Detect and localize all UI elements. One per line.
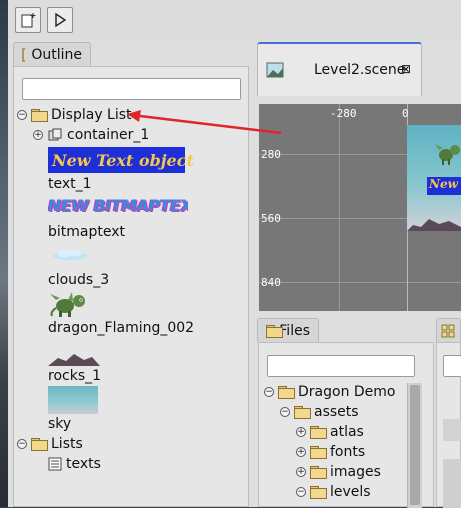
tree-item-label: text_1	[48, 176, 92, 192]
clouds-thumbnail[interactable]	[50, 247, 92, 263]
folder-icon	[310, 466, 326, 478]
scene-preview[interactable]: New	[407, 125, 461, 231]
collapse-icon[interactable]: −	[280, 407, 290, 417]
properties-icon	[441, 324, 455, 338]
tree-item-bitmaptext[interactable]: bitmaptext	[48, 224, 125, 240]
properties-panel	[434, 314, 461, 507]
tab-properties[interactable]	[436, 318, 461, 342]
files-scrollbar[interactable]	[407, 383, 422, 508]
rocks-thumbnail[interactable]	[48, 352, 100, 366]
tree-item-text[interactable]: text_1	[48, 176, 92, 192]
collapse-icon[interactable]: −	[264, 387, 274, 397]
tree-item-label: levels	[330, 484, 371, 500]
tree-item-label: bitmaptext	[48, 224, 125, 240]
tree-item-label: Dragon Demo	[298, 384, 396, 400]
tab-label: Level2.scene	[314, 62, 405, 78]
properties-row	[443, 419, 461, 441]
tree-item-label: Display List	[51, 107, 132, 123]
tab-outline[interactable]: Outline	[13, 42, 91, 66]
tree-item-clouds[interactable]: clouds_3	[48, 272, 109, 288]
file-tree-dragon-demo[interactable]: − Dragon Demo	[264, 384, 396, 400]
folder-icon	[310, 486, 326, 498]
tree-item-label: rocks_1	[48, 368, 101, 384]
main-toolbar	[8, 0, 461, 39]
folder-icon	[31, 109, 47, 121]
rocks-sprite	[407, 213, 461, 231]
new-file-icon	[20, 12, 36, 28]
tree-item-label: images	[330, 464, 381, 480]
collapse-icon[interactable]: −	[17, 439, 27, 449]
text-object-preview[interactable]: New Text object	[48, 147, 185, 173]
tree-item-rocks[interactable]: rocks_1	[48, 368, 101, 384]
tree-item-label: Lists	[51, 436, 83, 452]
files-search-input[interactable]	[267, 355, 415, 377]
text-sprite: New	[427, 177, 461, 195]
dragon-thumbnail[interactable]	[48, 290, 92, 318]
expand-icon[interactable]: +	[296, 467, 306, 477]
tree-item-display-list[interactable]: − Display List	[17, 107, 132, 123]
file-tree-atlas[interactable]: + atlas	[296, 424, 364, 440]
tab-files[interactable]: Files	[257, 318, 319, 342]
tree-item-sky[interactable]: sky	[48, 416, 71, 432]
text-object-preview-text: New Text object	[52, 151, 194, 170]
tree-item-label: assets	[314, 404, 359, 420]
tree-item-lists[interactable]: − Lists	[17, 436, 83, 452]
tree-item-label: clouds_3	[48, 272, 109, 288]
ruler-y-label: 280	[261, 148, 281, 161]
tab-label: Outline	[31, 47, 82, 63]
file-tree-images[interactable]: + images	[296, 464, 381, 480]
properties-body	[436, 342, 461, 507]
tree-item-texts[interactable]: texts	[48, 456, 101, 472]
play-button[interactable]	[47, 7, 73, 33]
ruler-y-label: 560	[261, 212, 281, 225]
file-tree-assets[interactable]: − assets	[280, 404, 359, 420]
text-sprite-label: New	[429, 177, 458, 191]
dragon-sprite	[435, 141, 461, 167]
collapse-icon[interactable]: −	[17, 110, 27, 120]
outline-icon	[22, 48, 25, 62]
expand-icon[interactable]: +	[296, 427, 306, 437]
outline-search-input[interactable]	[22, 78, 241, 100]
list-icon	[48, 457, 62, 471]
scene-editor-panel: Level2.scene ⊠ -280 0 280 560 840 New	[254, 38, 461, 314]
folder-icon	[266, 325, 273, 337]
tree-item-label: sky	[48, 416, 71, 432]
new-scene-button[interactable]	[15, 7, 41, 33]
bitmaptext-preview[interactable]: NEW BITMAPTEXT	[48, 196, 188, 220]
file-tree-levels[interactable]: − levels	[296, 484, 371, 500]
ruler-x-label: 0	[402, 107, 409, 120]
folder-icon	[278, 386, 294, 398]
tree-item-label: container_1	[67, 127, 149, 143]
folder-icon	[31, 438, 47, 450]
ruler-y-label: 840	[261, 276, 281, 289]
tree-item-container[interactable]: + container_1	[33, 127, 149, 143]
expand-icon[interactable]: +	[296, 447, 306, 457]
folder-icon	[310, 446, 326, 458]
scrollbar-thumb[interactable]	[410, 385, 420, 505]
tree-item-label: fonts	[330, 444, 365, 460]
file-tree-fonts[interactable]: + fonts	[296, 444, 365, 460]
folder-icon	[294, 406, 310, 418]
play-icon	[52, 12, 68, 28]
sky-thumbnail[interactable]	[48, 386, 98, 414]
properties-search-input[interactable]	[443, 355, 461, 377]
scene-icon	[266, 62, 284, 78]
folder-icon	[310, 426, 326, 438]
close-tab-icon[interactable]: ⊠	[401, 62, 411, 76]
tab-level2-scene[interactable]: Level2.scene ⊠	[257, 42, 422, 96]
tree-item-label: atlas	[330, 424, 364, 440]
tree-item-label: texts	[66, 456, 101, 472]
tree-item-label: dragon_Flaming_002	[48, 320, 194, 336]
tree-item-dragon[interactable]: dragon_Flaming_002	[48, 320, 194, 336]
properties-row	[443, 459, 461, 508]
scene-canvas[interactable]: -280 0 280 560 840 New	[259, 104, 461, 311]
bitmaptext-preview-art: NEW BITMAPTEXT	[48, 196, 188, 215]
container-icon	[47, 128, 63, 142]
collapse-icon[interactable]: −	[296, 487, 306, 497]
ruler-x-label: -280	[330, 107, 357, 120]
tab-label: Files	[279, 323, 310, 339]
expand-icon[interactable]: +	[33, 130, 43, 140]
